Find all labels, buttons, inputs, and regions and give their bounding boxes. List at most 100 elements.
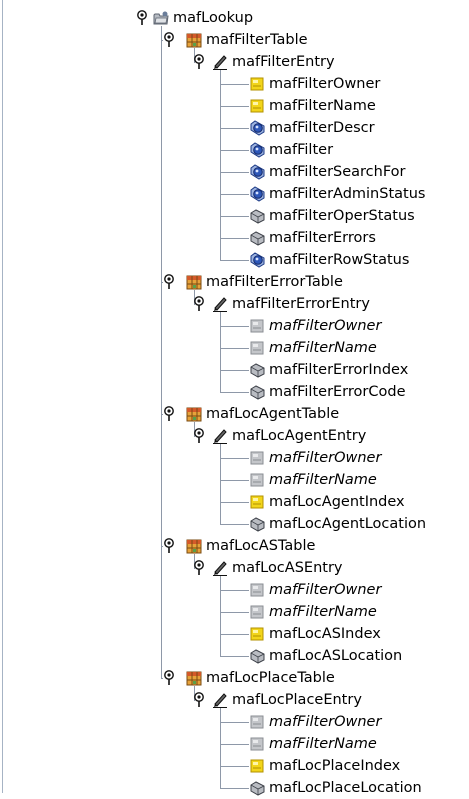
tree-connector-line [220,612,249,613]
tree-node[interactable]: mafFilterOwner [249,711,381,733]
read-write-column-icon [249,164,265,180]
read-write-column-icon [249,252,265,268]
tree-connector-line [220,370,221,392]
tree-node[interactable]: mafFilterName [249,469,377,491]
pencil-icon [212,560,228,576]
tree-node[interactable]: mafLocAgentTable [163,403,339,425]
tree-node[interactable]: mafLocPlaceLocation [249,777,422,799]
expand-toggle-icon[interactable] [193,692,205,708]
tree-node[interactable]: mafLocPlaceIndex [249,755,400,777]
tree-node-label: mafLocAgentLocation [269,516,427,532]
tree-connector-line [220,84,249,85]
tree-node[interactable]: mafFilterSearchFor [249,161,406,183]
table-icon [186,670,202,686]
tree-connector-line [220,216,249,217]
tree-node[interactable]: mafFilterTable [163,29,308,51]
index-key-icon [249,626,265,642]
tree-node[interactable]: mafFilterErrorIndex [249,359,408,381]
tree-connector-line [161,414,162,546]
tree-node-label: mafFilterDescr [269,120,375,136]
table-icon [186,538,202,554]
tree-node-label: mafFilterOwner [269,318,382,334]
tree-connector-line [220,128,249,129]
tree-node-label: mafFilterErrorIndex [269,362,409,378]
external-index-icon [249,340,265,356]
tree-node[interactable]: mafFilterErrorTable [163,271,343,293]
tree-connector-line [220,480,249,481]
tree-connector-line [220,238,221,260]
tree-node[interactable]: mafFilterName [249,95,376,117]
tree-node-label: mafFilterName [269,736,377,752]
tree-connector-line [220,634,221,656]
tree-connector-line [220,238,249,239]
tree-node-label: mafFilterAdminStatus [269,186,426,202]
tree-node-label: mafFilterRowStatus [269,252,410,268]
tree-node[interactable]: mafLocASLocation [249,645,402,667]
read-only-column-icon [249,648,265,664]
tree-node-label: mafFilter [269,142,334,158]
expand-toggle-icon[interactable] [163,670,175,686]
expand-toggle-icon[interactable] [163,32,175,48]
tree-node[interactable]: mafFilterOperStatus [249,205,415,227]
tree-node[interactable]: mafLocAgentLocation [249,513,426,535]
expand-toggle-icon[interactable] [193,54,205,70]
expand-toggle-icon[interactable] [193,296,205,312]
tree-node-label: mafFilterOwner [269,450,382,466]
tree-node[interactable]: mafFilterAdminStatus [249,183,425,205]
tree-node[interactable]: mafFilterRowStatus [249,249,409,271]
tree-node[interactable]: mafLocAgentIndex [249,491,405,513]
tree-node[interactable]: mafLocASEntry [193,557,343,579]
tree-connector-line [220,216,221,238]
tree-node[interactable]: mafFilterName [249,337,377,359]
tree-node[interactable]: mafFilterOwner [249,315,381,337]
tree-connector-line [220,172,221,194]
index-key-icon [249,494,265,510]
external-index-icon [249,714,265,730]
tree-node[interactable]: mafLocAgentEntry [193,425,366,447]
pencil-icon [212,428,228,444]
tree-connector-line [220,656,249,657]
tree-node[interactable]: mafFilterName [249,601,377,623]
tree-node[interactable]: mafFilterErrorCode [249,381,406,403]
tree-connector-line [220,106,221,128]
expand-toggle-icon[interactable] [163,538,175,554]
tree-node[interactable]: mafLocPlaceTable [163,667,335,689]
table-icon [186,406,202,422]
expand-toggle-icon[interactable] [163,274,175,290]
tree-node[interactable]: mafFilterDescr [249,117,375,139]
tree-node[interactable]: mafFilterErrorEntry [193,293,370,315]
tree-node-label: mafLocPlaceTable [206,670,335,686]
tree-node[interactable]: mafFilterEntry [193,51,335,73]
tree-connector-line [220,260,249,261]
tree-node[interactable]: mafFilterName [249,733,377,755]
tree-node-label: mafFilterName [269,340,377,356]
expand-toggle-icon[interactable] [193,428,205,444]
tree-connector-line [220,172,249,173]
tree-connector-line [161,282,162,414]
expand-toggle-icon[interactable] [193,560,205,576]
expand-toggle-icon[interactable] [136,10,148,26]
tree-node-label: mafFilterOwner [269,714,382,730]
tree-node[interactable]: mafLocPlaceEntry [193,689,362,711]
tree-node[interactable]: mafFilterErrors [249,227,376,249]
pencil-icon [212,54,228,70]
tree-node[interactable]: mafLocASTable [163,535,315,557]
tree-connector-line [220,150,249,151]
tree-node[interactable]: mafFilterOwner [249,579,381,601]
read-only-column-icon [249,230,265,246]
tree-node-label: mafFilterEntry [232,54,335,70]
tree-connector-line [161,40,162,282]
tree-node-label: mafFilterErrorCode [269,384,406,400]
tree-node-label: mafFilterSearchFor [269,164,406,180]
tree-connector-line [220,590,221,612]
tree-node-label: mafFilterName [269,604,377,620]
expand-toggle-icon[interactable] [163,406,175,422]
tree-node[interactable]: mafLocASIndex [249,623,381,645]
tree-connector-line [220,612,221,634]
tree-node[interactable]: mafFilterOwner [249,73,380,95]
tree-node[interactable]: mafFilterOwner [249,447,381,469]
tree-node[interactable]: mafLookup [136,7,253,29]
index-key-icon [249,98,265,114]
read-write-column-icon [249,120,265,136]
tree-node[interactable]: mafFilter [249,139,333,161]
